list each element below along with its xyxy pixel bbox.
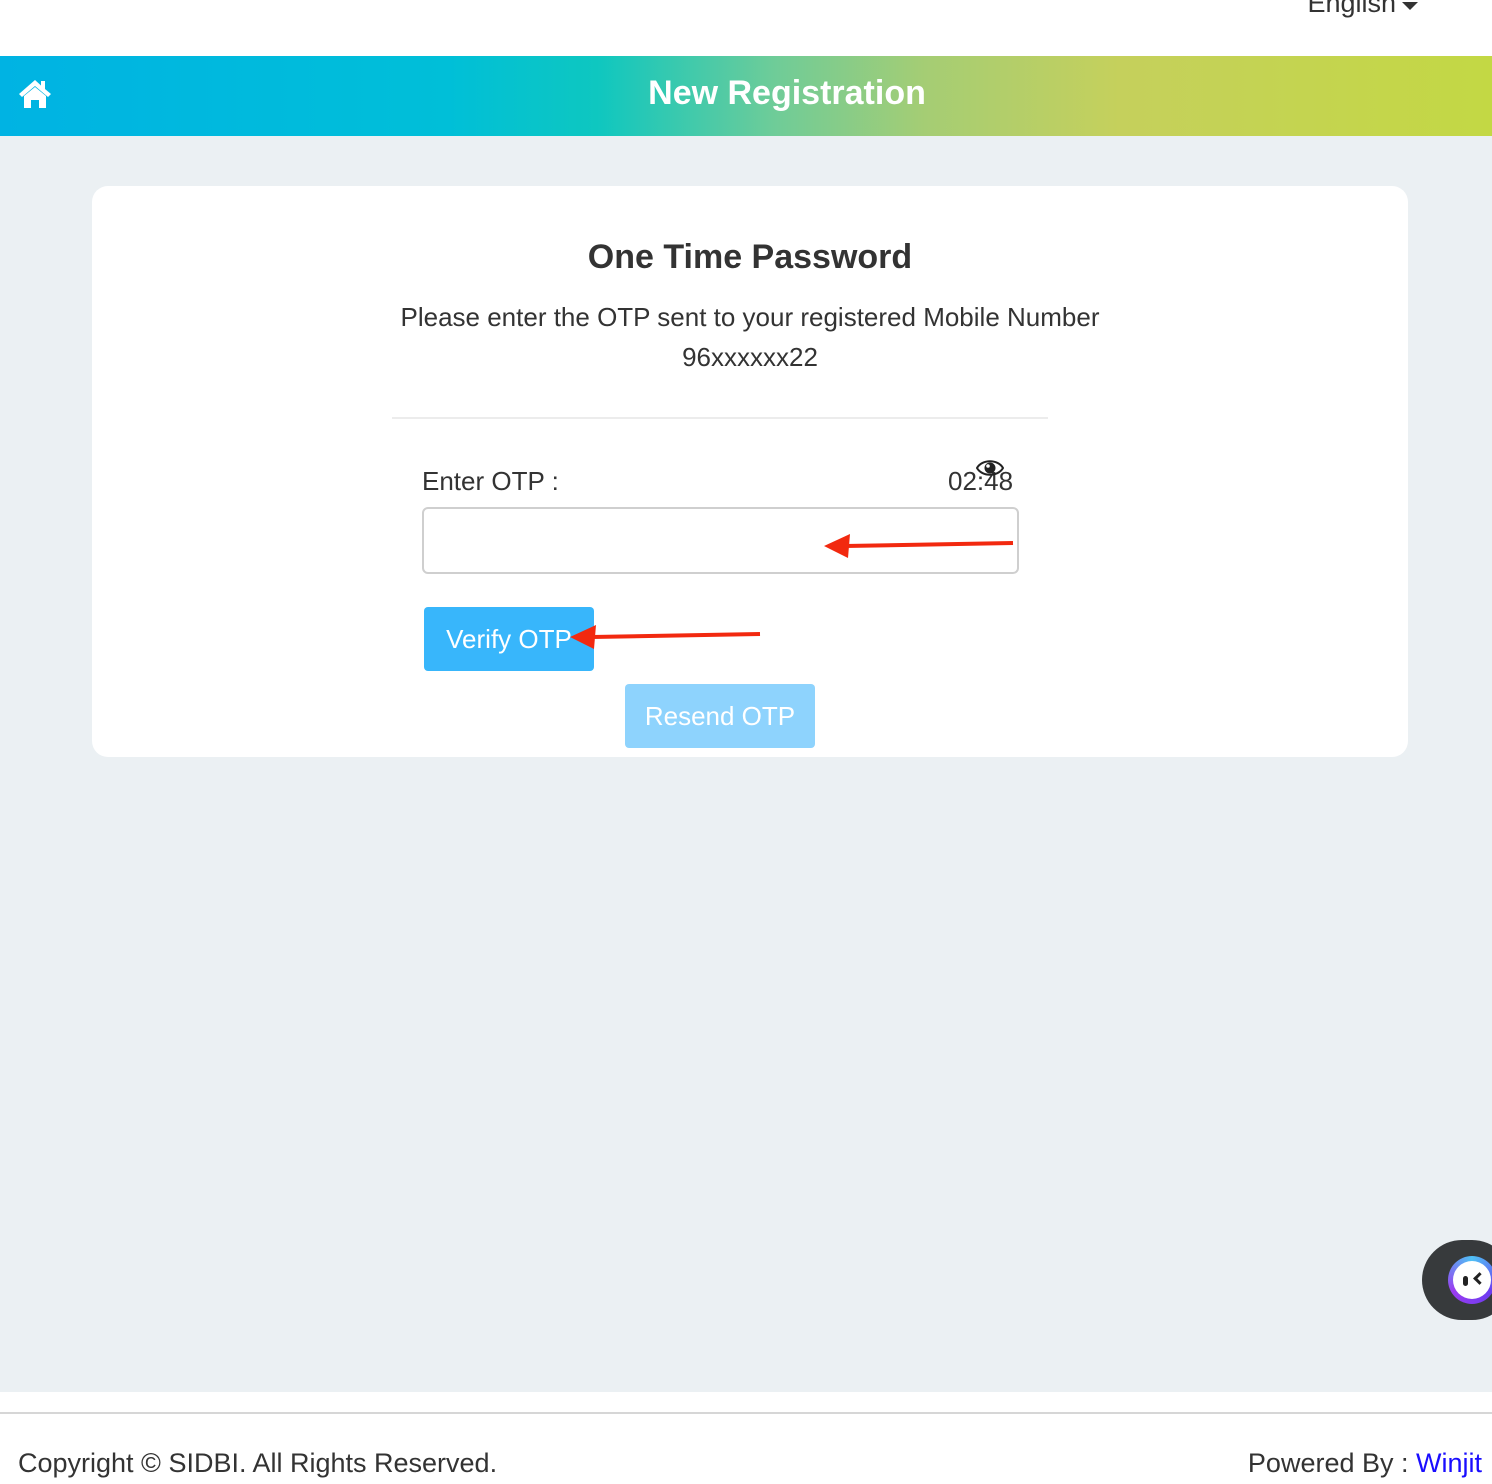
copyright-text: Copyright © SIDBI. All Rights Reserved.	[18, 1448, 498, 1478]
eye-icon[interactable]	[976, 458, 1004, 478]
powered-by: Powered By : Winjit	[1248, 1448, 1482, 1479]
otp-description: Please enter the OTP sent to your regist…	[400, 302, 1100, 332]
top-bar: English	[0, 0, 1492, 56]
language-label: English	[1307, 0, 1396, 18]
footer-divider	[0, 1412, 1492, 1414]
otp-heading: One Time Password	[587, 238, 913, 276]
otp-label: Enter OTP :	[422, 466, 559, 496]
divider	[392, 417, 1048, 419]
winjit-link[interactable]: Winjit	[1416, 1448, 1482, 1478]
verify-otp-button[interactable]: Verify OTP	[424, 607, 594, 671]
caret-down-icon	[1402, 1, 1418, 10]
page-header: New Registration	[0, 56, 1492, 136]
resend-otp-button[interactable]: Resend OTP	[625, 684, 815, 748]
masked-mobile-number: 96xxxxxx22	[682, 342, 818, 372]
chatbot-button[interactable]	[1422, 1240, 1492, 1320]
language-selector[interactable]: English	[1307, 0, 1418, 19]
page-title: New Registration	[648, 74, 926, 112]
powered-by-label: Powered By :	[1247, 1448, 1416, 1478]
footer: Copyright © SIDBI. All Rights Reserved. …	[0, 1392, 1492, 1484]
otp-card: One Time Password Please enter the OTP s…	[92, 186, 1408, 757]
chatbot-icon	[1448, 1256, 1492, 1304]
otp-input[interactable]	[422, 507, 1019, 574]
